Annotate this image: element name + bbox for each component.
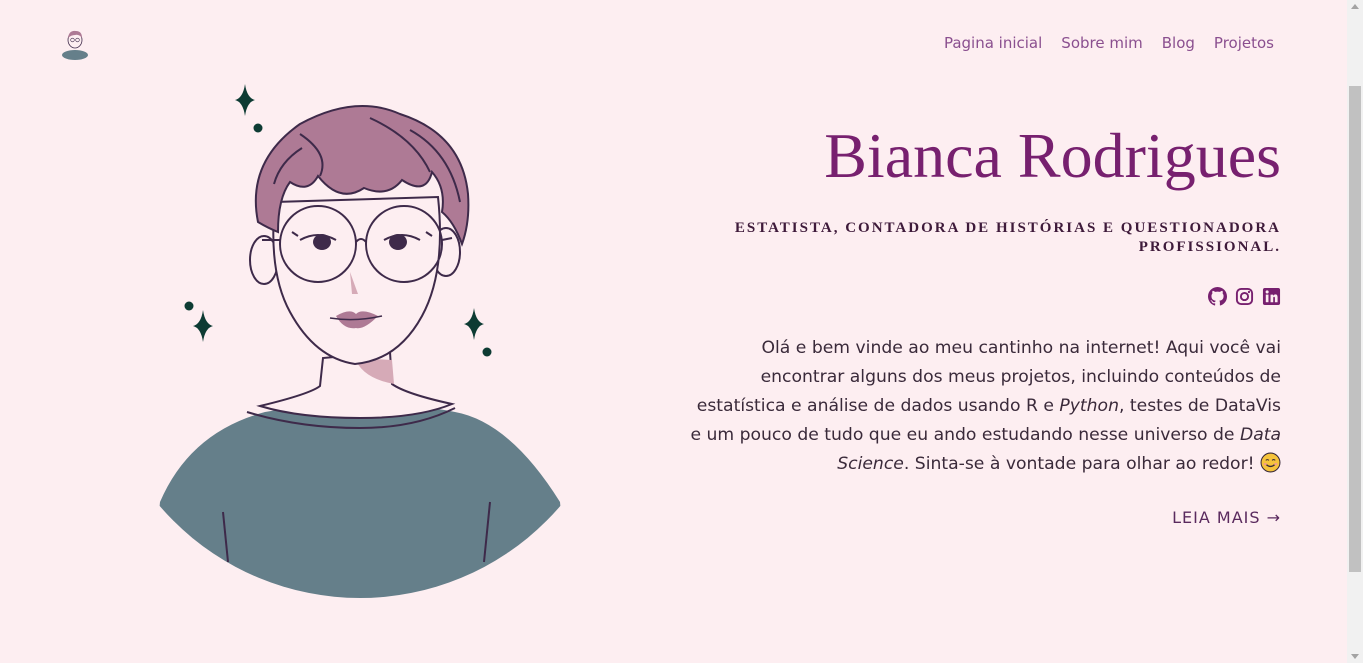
main-nav: Pagina inicial Sobre mim Blog Projetos — [944, 34, 1274, 52]
avatar-logo-icon[interactable] — [58, 26, 92, 60]
intro-python: Python — [1059, 395, 1119, 416]
nav-link-blog[interactable]: Blog — [1162, 34, 1195, 52]
hero-intro: Olá e bem vinde ao meu cantinho na inter… — [661, 334, 1281, 479]
hero-subtitle: Estatista, contadora de histórias e ques… — [734, 219, 1281, 255]
github-icon[interactable] — [1208, 286, 1227, 306]
social-links — [661, 286, 1281, 307]
scroll-up-arrow-icon[interactable] — [1351, 4, 1359, 9]
nav-link-home[interactable]: Pagina inicial — [944, 34, 1042, 52]
smiling-face-icon — [1260, 452, 1281, 473]
linkedin-icon[interactable] — [1262, 287, 1281, 306]
instagram-icon[interactable] — [1235, 287, 1254, 306]
intro-text-3: . Sinta-se à vontade para olhar ao redor… — [903, 453, 1260, 474]
avatar-illustration — [150, 72, 570, 607]
page-scrollbar[interactable] — [1347, 0, 1363, 663]
page: Pagina inicial Sobre mim Blog Projetos B… — [0, 0, 1347, 663]
hero-name: Bianca Rodrigues — [824, 120, 1281, 191]
nav-link-about[interactable]: Sobre mim — [1061, 34, 1142, 52]
nav-link-projects[interactable]: Projetos — [1214, 34, 1274, 52]
scrollbar-thumb[interactable] — [1349, 86, 1361, 572]
hero-section: Bianca Rodrigues Estatista, contadora de… — [661, 118, 1281, 528]
read-more-link[interactable]: LEIA MAIS → — [1172, 508, 1281, 527]
scroll-down-arrow-icon[interactable] — [1351, 654, 1359, 659]
